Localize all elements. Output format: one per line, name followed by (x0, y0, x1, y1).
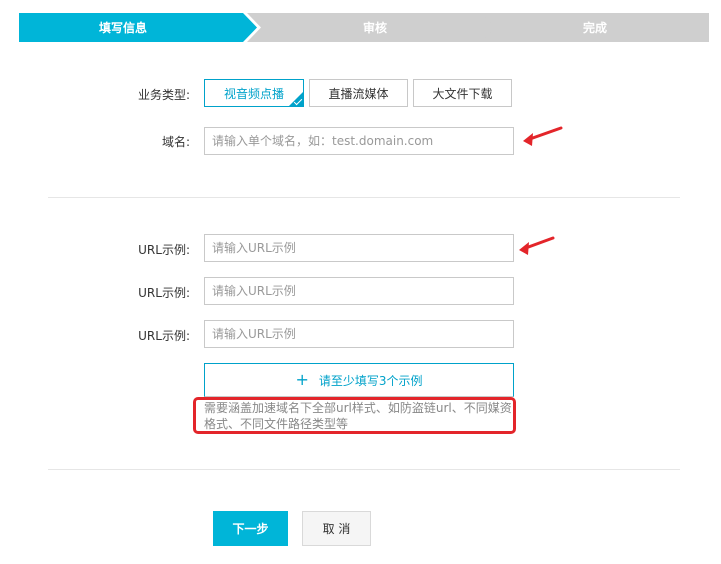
step-review: 审核 (247, 13, 503, 42)
cancel-button[interactable]: 取 消 (302, 511, 371, 546)
business-type-label: 业务类型: (137, 88, 190, 102)
url-example-input-3[interactable] (204, 320, 514, 348)
business-type-live-label: 直播流媒体 (328, 86, 389, 101)
red-arrow-icon (523, 126, 563, 146)
section-divider (48, 469, 680, 470)
add-url-example-button[interactable]: + 请至少填写3个示例 (204, 363, 514, 397)
step-fill-info-label: 填写信息 (98, 21, 147, 35)
add-url-example-label: 请至少填写3个示例 (318, 373, 423, 388)
selected-check-icon (288, 91, 304, 107)
url-example-label-2: URL示例: (138, 286, 190, 300)
next-button[interactable]: 下一步 (213, 511, 288, 546)
url-example-input-1[interactable] (204, 234, 514, 262)
step-fill-info: 填写信息 (19, 13, 257, 42)
business-type-live-button[interactable]: 直播流媒体 (309, 79, 408, 107)
section-divider (48, 197, 680, 198)
step-complete-label: 完成 (582, 21, 607, 35)
red-arrow-icon (519, 236, 555, 255)
annotation-highlight-box (193, 397, 516, 434)
plus-icon: + (295, 370, 309, 389)
page: 填写信息 审核 完成 业务类型: 视音频点播 直播流媒体 大文件下载 域名: U… (0, 0, 721, 564)
domain-input[interactable] (204, 127, 514, 155)
business-type-download-button[interactable]: 大文件下载 (413, 79, 512, 107)
step-progress-bar: 填写信息 审核 完成 (19, 13, 709, 42)
step-review-label: 审核 (362, 21, 387, 35)
step-complete: 完成 (481, 13, 709, 42)
business-type-vod-button[interactable]: 视音频点播 (204, 79, 304, 107)
url-example-input-2[interactable] (204, 277, 514, 305)
url-example-label-3: URL示例: (138, 329, 190, 343)
domain-label: 域名: (161, 135, 190, 149)
url-example-label-1: URL示例: (138, 243, 190, 257)
business-type-vod-label: 视音频点播 (223, 86, 284, 101)
business-type-download-label: 大文件下载 (432, 86, 493, 101)
